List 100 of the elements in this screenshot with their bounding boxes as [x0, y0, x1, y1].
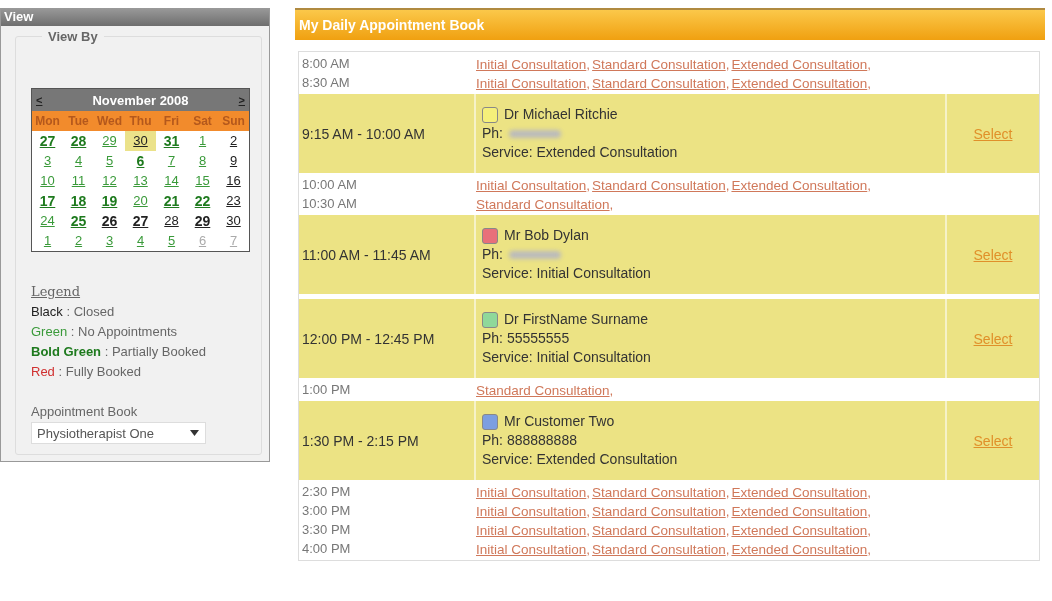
- phone-label: Ph:: [482, 125, 503, 141]
- calendar-day[interactable]: 14: [156, 171, 187, 191]
- calendar-day[interactable]: 15: [187, 171, 218, 191]
- time-range: 1:30 PM - 2:15 PM: [302, 432, 419, 449]
- panel-title: My Daily Appointment Book: [295, 8, 1045, 40]
- weekday-label: Thu: [128, 113, 153, 130]
- comma-separator: ,: [725, 178, 730, 193]
- comma-separator: ,: [867, 485, 872, 500]
- calendar-day[interactable]: 19: [94, 191, 125, 211]
- phone-label: Ph:: [482, 432, 503, 448]
- calendar-day[interactable]: 20: [125, 191, 156, 211]
- calendar-day[interactable]: 4: [63, 151, 94, 171]
- calendar-day[interactable]: 12: [94, 171, 125, 191]
- calendar-day[interactable]: 2: [218, 131, 249, 151]
- calendar-day[interactable]: 13: [125, 171, 156, 191]
- comma-separator: ,: [586, 178, 591, 193]
- calendar-day[interactable]: 18: [63, 191, 94, 211]
- appointment-book-dropdown[interactable]: Physiotherapist One: [31, 422, 206, 444]
- client-name: Dr Michael Ritchie: [504, 105, 618, 124]
- calendar-day[interactable]: 7: [156, 151, 187, 171]
- calendar-day[interactable]: 23: [218, 191, 249, 211]
- calendar-day[interactable]: 31: [156, 131, 187, 151]
- weekday-label: Fri: [162, 113, 181, 130]
- service-link[interactable]: Standard Consultation: [592, 485, 726, 500]
- comma-separator: ,: [725, 57, 730, 72]
- comma-separator: ,: [867, 542, 872, 557]
- comma-separator: ,: [586, 76, 591, 91]
- comma-separator: ,: [586, 542, 591, 557]
- select-link[interactable]: Select: [973, 125, 1013, 142]
- weekday-label: Mon: [34, 113, 61, 130]
- comma-separator: ,: [867, 178, 872, 193]
- service-link[interactable]: Standard Consultation: [592, 542, 726, 557]
- client-name: Mr Customer Two: [504, 412, 615, 431]
- calendar-day[interactable]: 3: [32, 151, 63, 171]
- calendar-day[interactable]: 29: [187, 211, 218, 231]
- calendar-day[interactable]: 2: [63, 231, 94, 251]
- service-link[interactable]: Standard Consultation: [476, 383, 610, 398]
- comma-separator: ,: [725, 523, 730, 538]
- calendar-day[interactable]: 5: [94, 151, 125, 171]
- calendar-day[interactable]: 28: [156, 211, 187, 231]
- legend-meaning: : Closed: [66, 304, 115, 319]
- calendar-day[interactable]: 21: [156, 191, 187, 211]
- time-label: 10:30 AM: [302, 195, 358, 213]
- time-label: 8:00 AM: [302, 55, 351, 73]
- calendar-day[interactable]: 24: [32, 211, 63, 231]
- weekday-label: Tue: [67, 113, 90, 130]
- calendar-day[interactable]: 16: [218, 171, 249, 191]
- legend-title: Legend: [31, 284, 81, 299]
- comma-separator: ,: [586, 523, 591, 538]
- dropdown-arrow-icon: [190, 430, 199, 436]
- calendar-day[interactable]: 7: [218, 231, 249, 251]
- calendar-day[interactable]: 1: [187, 131, 218, 151]
- service-link[interactable]: Standard Consultation: [592, 504, 726, 519]
- service-text: Service: Extended Consultation: [482, 143, 679, 162]
- comma-separator: ,: [586, 57, 591, 72]
- calendar-day[interactable]: 5: [156, 231, 187, 251]
- legend-meaning: : Partially Booked: [104, 344, 206, 359]
- phone-label: Ph:: [482, 330, 503, 346]
- weekday-label: Sat: [192, 113, 213, 130]
- calendar-day[interactable]: 29: [94, 131, 125, 151]
- calendar-day[interactable]: 6: [125, 151, 156, 171]
- weekday-label: Wed: [95, 113, 124, 130]
- calendar-day[interactable]: 22: [187, 191, 218, 211]
- select-link[interactable]: Select: [973, 246, 1013, 263]
- next-month-link[interactable]: >: [238, 94, 245, 106]
- calendar-day[interactable]: 8: [187, 151, 218, 171]
- select-link[interactable]: Select: [973, 432, 1013, 449]
- comma-separator: ,: [586, 485, 591, 500]
- calendar-day[interactable]: 3: [94, 231, 125, 251]
- prev-month-link[interactable]: <: [36, 94, 43, 106]
- client-name: Mr Bob Dylan: [504, 226, 589, 245]
- calendar-day[interactable]: 11: [63, 171, 94, 191]
- calendar-day[interactable]: 6: [187, 231, 218, 251]
- month-title: November 2008: [92, 92, 189, 108]
- calendar-day[interactable]: 27: [125, 211, 156, 231]
- time-label: 4:00 PM: [302, 540, 352, 558]
- calendar-day[interactable]: 30: [218, 211, 249, 231]
- service-link[interactable]: Standard Consultation: [476, 197, 610, 212]
- service-link[interactable]: Standard Consultation: [592, 523, 726, 538]
- service-link[interactable]: Standard Consultation: [592, 76, 726, 91]
- select-link[interactable]: Select: [973, 330, 1013, 347]
- calendar-day[interactable]: 28: [63, 131, 94, 151]
- calendar-day[interactable]: 1: [32, 231, 63, 251]
- comma-separator: ,: [867, 76, 872, 91]
- calendar-day[interactable]: 26: [94, 211, 125, 231]
- calendar-day[interactable]: 4: [125, 231, 156, 251]
- calendar-day[interactable]: 30: [125, 131, 156, 151]
- time-label: 3:00 PM: [302, 502, 352, 520]
- calendar-day[interactable]: 25: [63, 211, 94, 231]
- legend-key: Red: [31, 364, 55, 379]
- service-link[interactable]: Standard Consultation: [592, 57, 726, 72]
- calendar-day[interactable]: 9: [218, 151, 249, 171]
- service-link[interactable]: Standard Consultation: [592, 178, 726, 193]
- time-label: 8:30 AM: [302, 74, 351, 92]
- legend-key: Bold Green: [31, 344, 102, 359]
- calendar-day[interactable]: 17: [32, 191, 63, 211]
- calendar-day[interactable]: 27: [32, 131, 63, 151]
- field-label: Appointment Book: [31, 404, 139, 419]
- calendar-day[interactable]: 10: [32, 171, 63, 191]
- time-label: 1:00 PM: [302, 381, 352, 399]
